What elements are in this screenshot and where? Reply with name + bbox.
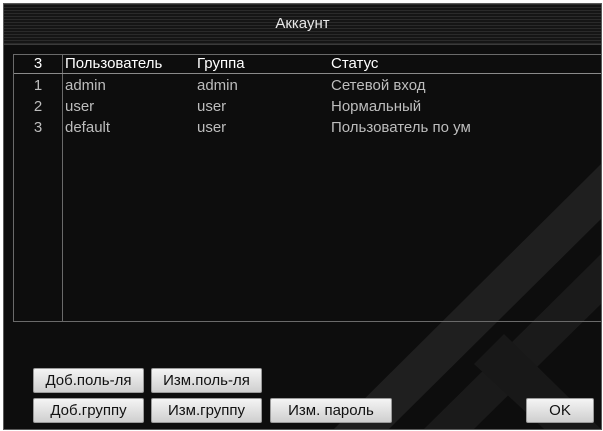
row-group: admin [197,77,238,94]
edit-group-button[interactable]: Изм.группу [151,398,262,423]
row-status: Сетевой вход [331,77,426,94]
edit-user-button[interactable]: Изм.поль-ля [151,368,262,393]
title-bar: Аккаунт [4,4,601,45]
header-count: 3 [33,55,43,72]
dialog-title: Аккаунт [275,15,330,32]
header-user: Пользователь [65,55,163,72]
add-user-button[interactable]: Доб.поль-ля [33,368,144,393]
change-password-button[interactable]: Изм. пароль [270,398,392,423]
row-status: Пользователь по ум [331,119,471,136]
row-index: 2 [33,98,43,115]
row-user: user [65,98,95,115]
row-index: 1 [33,77,43,94]
row-group: user [197,98,227,115]
row-group: user [197,119,227,136]
ok-button[interactable]: OK [526,398,594,423]
row-index: 3 [33,119,43,136]
row-status: Нормальный [331,98,422,115]
column-divider [62,55,63,321]
account-dialog: Аккаунт 3 Пользователь Группа Статус 1 a… [3,3,602,430]
row-user: admin [65,77,106,94]
header-group: Группа [197,55,245,72]
row-user: default [65,119,111,136]
add-group-button[interactable]: Доб.группу [33,398,144,423]
user-table: 3 Пользователь Группа Статус 1 admin adm… [13,54,601,322]
table-header: 3 Пользователь Группа Статус [14,55,601,74]
header-status: Статус [331,55,379,72]
